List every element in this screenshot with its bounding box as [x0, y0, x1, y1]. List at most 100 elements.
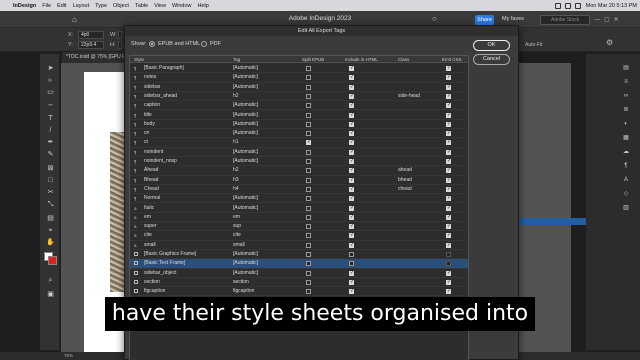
tag-cell[interactable]: h2 — [233, 167, 239, 173]
include-html-checkbox[interactable] — [349, 214, 354, 220]
tag-cell[interactable]: [Automatic] — [233, 84, 258, 90]
tag-cell[interactable]: [Automatic] — [233, 195, 258, 201]
swatches-panel-icon[interactable]: ▦ — [622, 134, 630, 142]
tag-cell[interactable]: h3 — [233, 177, 239, 183]
emit-css-checkbox[interactable] — [446, 252, 451, 257]
emit-css-checkbox[interactable] — [446, 270, 451, 276]
include-html-checkbox[interactable] — [349, 130, 354, 137]
menu-edit[interactable]: Edit — [54, 3, 69, 9]
emit-css-checkbox[interactable] — [446, 186, 451, 192]
include-html-checkbox[interactable] — [349, 242, 354, 248]
style-name-cell[interactable]: [Basic Graphics Frame] — [144, 251, 196, 257]
tag-cell[interactable]: figcaption — [233, 288, 254, 294]
split-epub-checkbox[interactable] — [306, 159, 311, 164]
gear-icon[interactable]: ⚙ — [606, 38, 613, 47]
col-split-epub[interactable]: Split EPUB — [302, 57, 324, 62]
style-name-cell[interactable]: cite — [144, 232, 152, 238]
ok-button[interactable]: OK — [473, 40, 510, 51]
tray-wifi-icon[interactable] — [564, 2, 571, 9]
table-row[interactable]: ¶ notes [Automatic] — [130, 73, 468, 83]
layers-panel-icon[interactable]: ≡ — [622, 78, 630, 86]
table-row[interactable]: [Basic Graphics Frame] [Automatic] — [130, 250, 468, 260]
style-name-cell[interactable]: noindent — [144, 149, 163, 155]
menu-type[interactable]: Type — [92, 3, 110, 9]
radio-epub-html[interactable] — [149, 41, 155, 47]
emit-css-checkbox[interactable] — [446, 167, 451, 174]
include-html-checkbox[interactable] — [349, 177, 354, 183]
table-row[interactable]: sidebar_object [Automatic] — [130, 269, 468, 278]
split-epub-checkbox[interactable] — [306, 149, 311, 155]
split-epub-checkbox[interactable] — [306, 93, 311, 99]
emit-css-checkbox[interactable] — [446, 195, 451, 202]
tag-cell[interactable]: [Automatic] — [233, 65, 258, 71]
radio-pdf[interactable] — [201, 41, 207, 47]
table-row[interactable]: ¶ sidebar [Automatic] — [130, 83, 468, 92]
split-epub-checkbox[interactable] — [306, 233, 311, 239]
split-epub-checkbox[interactable] — [306, 168, 311, 174]
type-tool-icon[interactable]: T — [46, 114, 55, 123]
tray-search-icon[interactable] — [574, 2, 581, 9]
class-cell[interactable]: bhead — [398, 177, 412, 183]
include-html-checkbox[interactable] — [349, 186, 354, 192]
h-field[interactable] — [118, 41, 122, 49]
table-row[interactable]: ¶ Ahead h2 ahead — [130, 166, 468, 176]
split-epub-checkbox[interactable] — [306, 242, 311, 248]
style-name-cell[interactable]: Italic — [144, 205, 154, 211]
tag-cell[interactable]: [Automatic] — [233, 205, 258, 211]
include-html-checkbox[interactable] — [349, 261, 354, 267]
split-epub-checkbox[interactable] — [306, 252, 311, 257]
text-wrap-icon[interactable]: ▥ — [622, 204, 630, 212]
style-name-cell[interactable]: small — [144, 242, 156, 248]
split-epub-checkbox[interactable] — [306, 279, 311, 285]
include-html-checkbox[interactable] — [349, 149, 354, 155]
table-row[interactable]: figcaption figcaption — [130, 287, 468, 297]
split-epub-checkbox[interactable] — [306, 103, 311, 109]
include-html-checkbox[interactable] — [349, 252, 354, 257]
paragraph-styles-icon[interactable]: ¶ — [622, 162, 630, 170]
table-row[interactable]: ¶ Chead h4 chead — [130, 185, 468, 195]
menu-file[interactable]: File — [39, 3, 54, 9]
col-style[interactable]: Style — [134, 57, 144, 62]
style-name-cell[interactable]: figcaption — [144, 288, 165, 294]
emit-css-checkbox[interactable] — [446, 232, 451, 239]
emit-css-checkbox[interactable] — [446, 84, 451, 90]
table-row[interactable]: ¶ cn [Automatic] — [130, 129, 468, 139]
radio-epub-html-label[interactable]: EPUB and HTML — [158, 41, 200, 47]
stroke-swatch[interactable] — [48, 256, 57, 265]
emit-css-checkbox[interactable] — [446, 149, 451, 155]
tag-cell[interactable]: [Automatic] — [233, 102, 258, 108]
tag-cell[interactable]: [Automatic] — [233, 121, 258, 127]
tag-cell[interactable]: em — [233, 214, 240, 220]
split-epub-checkbox[interactable] — [306, 121, 311, 127]
gap-tool-icon[interactable]: ↔ — [46, 100, 55, 109]
style-name-cell[interactable]: Bhead — [144, 177, 158, 183]
table-row[interactable]: ¶ body [Automatic] — [130, 120, 468, 130]
style-name-cell[interactable]: Ahead — [144, 167, 158, 173]
table-row[interactable]: ¶ noindent_nosp [Automatic] — [130, 157, 468, 167]
emit-css-checkbox[interactable] — [446, 130, 451, 137]
emit-css-checkbox[interactable] — [446, 242, 451, 248]
include-html-checkbox[interactable] — [349, 121, 354, 127]
style-name-cell[interactable]: body — [144, 121, 155, 127]
split-epub-checkbox[interactable] — [306, 75, 311, 81]
split-epub-checkbox[interactable] — [306, 139, 311, 146]
menubar-datetime[interactable]: Mon Mar 20 5:13 PM — [583, 3, 640, 9]
radio-pdf-label[interactable]: PDF — [210, 41, 221, 47]
style-name-cell[interactable]: [Basic Paragraph] — [144, 65, 184, 71]
table-row[interactable]: ¶ Bhead h3 bhead — [130, 176, 468, 185]
tag-cell[interactable]: [Automatic] — [233, 251, 258, 257]
object-styles-icon[interactable]: ◇ — [622, 190, 630, 198]
links-panel-icon[interactable]: ∞ — [622, 92, 630, 100]
include-html-checkbox[interactable] — [349, 223, 354, 230]
tray-record-icon[interactable] — [554, 2, 561, 9]
table-row[interactable]: a cite cite — [130, 231, 468, 241]
tag-cell[interactable]: [Automatic] — [233, 270, 258, 276]
split-epub-checkbox[interactable] — [306, 224, 311, 230]
style-name-cell[interactable]: title — [144, 112, 152, 118]
include-html-checkbox[interactable] — [349, 195, 354, 202]
tag-cell[interactable]: h1 — [233, 139, 239, 145]
tag-cell[interactable]: [Automatic] — [233, 260, 258, 266]
style-name-cell[interactable]: em — [144, 214, 151, 220]
emit-css-checkbox[interactable] — [446, 112, 451, 118]
emit-css-checkbox[interactable] — [446, 177, 451, 183]
